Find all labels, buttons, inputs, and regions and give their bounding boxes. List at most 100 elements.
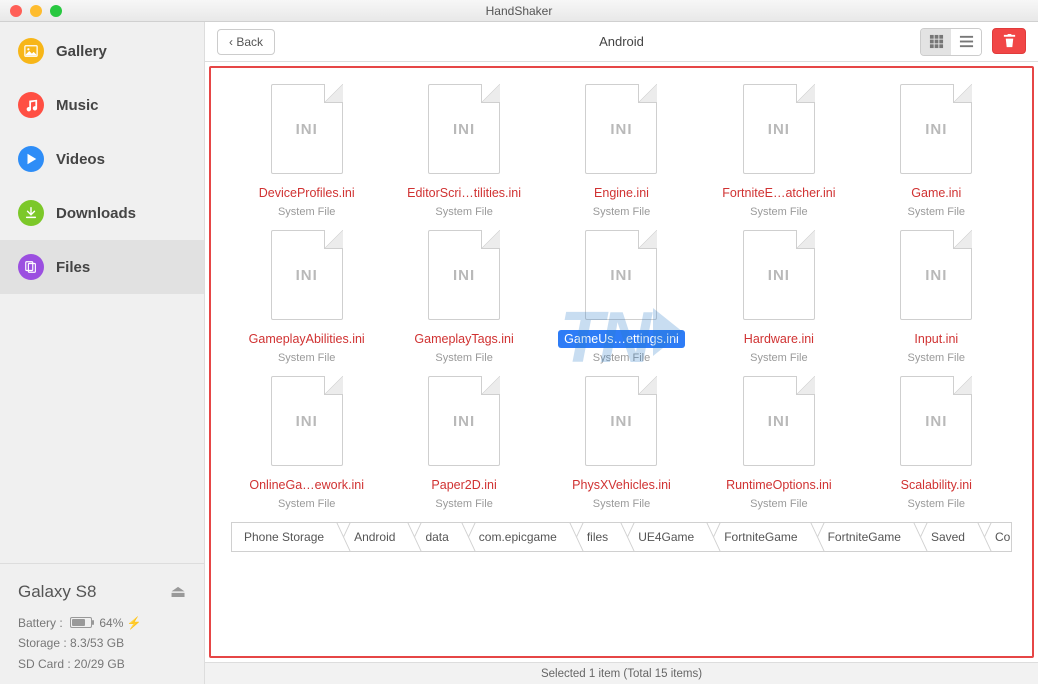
sidebar-item-label: Videos [56,151,105,168]
file-type: System File [908,498,965,510]
file-thumb: INI [743,230,815,320]
sidebar-item-gallery[interactable]: Gallery [0,24,204,78]
toolbar: ‹ Back Android [205,22,1038,62]
file-item[interactable]: INI Input.ini System File [861,226,1012,368]
file-thumb: INI [428,230,500,320]
file-thumb: INI [428,376,500,466]
image-icon [18,38,44,64]
file-item[interactable]: INI OnlineGa…ework.ini System File [231,372,382,514]
file-type: System File [593,206,650,218]
files-icon [18,254,44,280]
file-name: FortniteE…atcher.ini [716,184,841,202]
file-type: System File [908,206,965,218]
breadcrumb-segment[interactable]: UE4Game [620,523,706,551]
file-type: System File [750,352,807,364]
breadcrumb-segment[interactable]: FortniteGame [706,523,809,551]
file-item[interactable]: INI RuntimeOptions.ini System File [703,372,854,514]
file-name: PhysXVehicles.ini [566,476,677,494]
sidebar-item-files[interactable]: Files [0,240,204,294]
grid-view-button[interactable] [921,29,951,55]
file-item[interactable]: INI EditorScri…tilities.ini System File [388,80,539,222]
file-type: System File [593,498,650,510]
breadcrumb-segment[interactable]: Phone Storage [232,523,336,551]
file-type: System File [435,498,492,510]
list-view-button[interactable] [951,29,981,55]
file-thumb: INI [428,84,500,174]
minimize-window-button[interactable] [30,5,42,17]
file-area: INIDeviceProfiles.iniSystem File INI Edito… [209,66,1034,658]
file-type: System File [593,352,650,364]
file-item[interactable]: INIGameplayTags.iniSystem File [388,226,539,368]
breadcrumb: Phone StorageAndroiddatacom.epicgamefile… [231,522,1012,552]
file-thumb: INI [585,230,657,320]
sidebar-item-label: Gallery [56,43,107,60]
file-type: System File [278,206,335,218]
file-thumb: INI [585,376,657,466]
file-name: Scalability.ini [895,476,978,494]
window-title: HandShaker [0,4,1038,18]
file-name: GameplayTags.ini [408,330,519,348]
file-item[interactable]: INI Game.ini System File [861,80,1012,222]
file-thumb: INI [271,230,343,320]
file-name: Game.ini [905,184,967,202]
close-window-button[interactable] [10,5,22,17]
device-storage: Storage : 8.3/53 GB [18,633,186,653]
back-button[interactable]: ‹ Back [217,29,275,55]
breadcrumb-segment[interactable]: com.epicgame [461,523,569,551]
file-name: GameplayAbilities.ini [243,330,371,348]
file-item[interactable]: INI Engine.ini System File [546,80,697,222]
file-name: Paper2D.ini [425,476,502,494]
sidebar-item-label: Music [56,97,99,114]
sidebar-item-music[interactable]: Music [0,78,204,132]
sidebar-item-label: Downloads [56,205,136,222]
sidebar: Gallery Music Videos Downloads Files Galaxy … [0,22,205,684]
file-thumb: INI [585,84,657,174]
file-name: OnlineGa…ework.ini [243,476,370,494]
chevron-left-icon: ‹ [229,35,233,49]
file-item[interactable]: INI GameUs…ettings.ini System File [546,226,697,368]
file-thumb: INI [900,84,972,174]
sidebar-item-downloads[interactable]: Downloads [0,186,204,240]
file-item[interactable]: INIDeviceProfiles.iniSystem File [231,80,382,222]
file-thumb: INI [900,230,972,320]
play-icon [18,146,44,172]
trash-icon [1002,33,1017,48]
file-name: Engine.ini [588,184,655,202]
file-thumb: INI [743,376,815,466]
file-name: GameUs…ettings.ini [558,330,685,348]
file-item[interactable]: INIScalability.iniSystem File [861,372,1012,514]
location-title: Android [205,34,1038,49]
download-icon [18,200,44,226]
file-item[interactable]: INI PhysXVehicles.ini System File [546,372,697,514]
device-panel: Galaxy S8 ⏏ Battery : 64% ⚡ Storage : 8.… [0,563,204,684]
file-thumb: INI [271,376,343,466]
file-name: Input.ini [908,330,964,348]
breadcrumb-segment[interactable]: FortniteGame [810,523,913,551]
file-item[interactable]: INI Paper2D.ini System File [388,372,539,514]
file-name: RuntimeOptions.ini [720,476,838,494]
view-toggle [920,28,982,56]
file-type: System File [278,498,335,510]
music-icon [18,92,44,118]
file-type: System File [435,206,492,218]
file-type: System File [278,352,335,364]
file-item[interactable]: INIFortniteE…atcher.iniSystem File [703,80,854,222]
delete-button[interactable] [992,28,1026,54]
file-type: System File [908,352,965,364]
device-battery: Battery : 64% ⚡ [18,613,186,633]
device-sdcard: SD Card : 20/29 GB [18,654,186,674]
battery-icon [70,617,92,628]
titlebar: HandShaker [0,0,1038,22]
file-item[interactable]: INI Hardware.ini System File [703,226,854,368]
sidebar-item-videos[interactable]: Videos [0,132,204,186]
status-bar: Selected 1 item (Total 15 items) [205,662,1038,684]
file-type: System File [750,498,807,510]
device-name: Galaxy S8 [18,578,96,607]
traffic-lights [0,5,62,17]
file-item[interactable]: INI GameplayAbilities.ini System File [231,226,382,368]
eject-icon[interactable]: ⏏ [170,578,186,607]
file-name: Hardware.ini [738,330,820,348]
grid-icon [929,34,944,49]
file-name: EditorScri…tilities.ini [401,184,527,202]
zoom-window-button[interactable] [50,5,62,17]
